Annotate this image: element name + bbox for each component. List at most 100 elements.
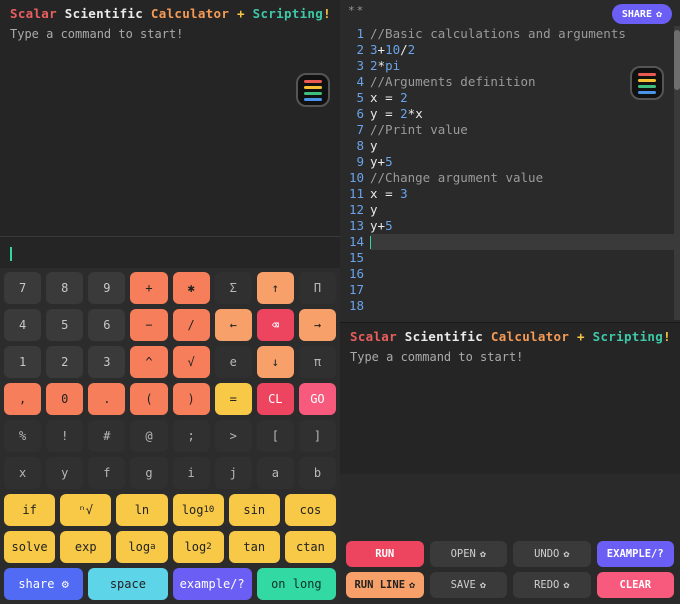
key-i[interactable]: i bbox=[173, 457, 210, 489]
key-6[interactable]: 6 bbox=[88, 309, 125, 341]
save--button[interactable]: SAVE✿ bbox=[430, 572, 508, 598]
key-cos[interactable]: cos bbox=[285, 494, 336, 526]
key-1[interactable]: 1 bbox=[4, 346, 41, 378]
key-[interactable]: − bbox=[130, 309, 167, 341]
key-[interactable]: π bbox=[299, 346, 336, 378]
code-line[interactable]: y bbox=[370, 202, 680, 218]
key-share[interactable]: share ⚙ bbox=[4, 568, 83, 600]
key-g[interactable]: g bbox=[130, 457, 167, 489]
key-[interactable]: + bbox=[130, 272, 167, 304]
key-[interactable]: / bbox=[173, 309, 210, 341]
key-9[interactable]: 9 bbox=[88, 272, 125, 304]
key-[interactable]: ) bbox=[173, 383, 210, 415]
run-button[interactable]: RUN bbox=[346, 541, 424, 567]
menu-icon[interactable] bbox=[630, 66, 664, 100]
key-[interactable]: Π bbox=[299, 272, 336, 304]
key-[interactable]: > bbox=[215, 420, 252, 452]
key-tan[interactable]: tan bbox=[229, 531, 280, 563]
scrollbar-thumb[interactable] bbox=[674, 30, 680, 90]
key-5[interactable]: 5 bbox=[46, 309, 83, 341]
undo--button[interactable]: UNDO✿ bbox=[513, 541, 591, 567]
editor-scrollbar[interactable] bbox=[674, 26, 680, 320]
key-onlong[interactable]: on long bbox=[257, 568, 336, 600]
key-j[interactable]: j bbox=[215, 457, 252, 489]
key-[interactable]: @ bbox=[130, 420, 167, 452]
key-3[interactable]: 3 bbox=[88, 346, 125, 378]
command-input[interactable] bbox=[0, 236, 340, 268]
code-line[interactable]: y+5 bbox=[370, 218, 680, 234]
code-token: pi bbox=[385, 58, 400, 73]
run-line--button[interactable]: RUN LINE✿ bbox=[346, 572, 424, 598]
key-[interactable]: ↑ bbox=[257, 272, 294, 304]
key-log[interactable]: loga bbox=[116, 531, 167, 563]
key-solve[interactable]: solve bbox=[4, 531, 55, 563]
key-[interactable]: √ bbox=[173, 346, 210, 378]
code-line[interactable] bbox=[370, 234, 680, 250]
code-token: 2 bbox=[400, 106, 408, 121]
example--button[interactable]: EXAMPLE/? bbox=[597, 541, 675, 567]
key-b[interactable]: b bbox=[299, 457, 336, 489]
key-0[interactable]: 0 bbox=[46, 383, 83, 415]
key-exp[interactable]: exp bbox=[60, 531, 111, 563]
line-number: 12 bbox=[340, 202, 364, 218]
key-[interactable]: → bbox=[299, 309, 336, 341]
key-[interactable]: ✱ bbox=[173, 272, 210, 304]
key-example[interactable]: example/? bbox=[173, 568, 252, 600]
key-log[interactable]: log2 bbox=[173, 531, 224, 563]
key-log[interactable]: log10 bbox=[173, 494, 224, 526]
line-number: 17 bbox=[340, 282, 364, 298]
code-token: y bbox=[370, 106, 385, 121]
code-line[interactable]: //Change argument value bbox=[370, 170, 680, 186]
code-line[interactable]: y bbox=[370, 138, 680, 154]
key-4[interactable]: 4 bbox=[4, 309, 41, 341]
key-[interactable]: ! bbox=[46, 420, 83, 452]
key-[interactable]: [ bbox=[257, 420, 294, 452]
key-[interactable]: # bbox=[88, 420, 125, 452]
secondary-console: Scalar Scientific Calculator + Scripting… bbox=[340, 322, 680, 474]
key-[interactable]: . bbox=[88, 383, 125, 415]
code-token: = bbox=[385, 186, 400, 201]
key-a[interactable]: a bbox=[257, 457, 294, 489]
open--button[interactable]: OPEN✿ bbox=[430, 541, 508, 567]
code-line[interactable]: x = 3 bbox=[370, 186, 680, 202]
key-[interactable]: , bbox=[4, 383, 41, 415]
key-[interactable]: = bbox=[215, 383, 252, 415]
key-[interactable]: ( bbox=[130, 383, 167, 415]
code-line[interactable]: 3+10/2 bbox=[370, 42, 680, 58]
key-ctan[interactable]: ctan bbox=[285, 531, 336, 563]
key-sin[interactable]: sin bbox=[229, 494, 280, 526]
key-[interactable]: ↓ bbox=[257, 346, 294, 378]
key-[interactable]: ⌫ bbox=[257, 309, 294, 341]
key-[interactable]: ← bbox=[215, 309, 252, 341]
key-[interactable]: ^ bbox=[130, 346, 167, 378]
key-[interactable]: Σ bbox=[215, 272, 252, 304]
key-cl[interactable]: CL bbox=[257, 383, 294, 415]
key-if[interactable]: if bbox=[4, 494, 55, 526]
code-line[interactable]: //Print value bbox=[370, 122, 680, 138]
key-space[interactable]: space bbox=[88, 568, 167, 600]
key-e[interactable]: e bbox=[215, 346, 252, 378]
key-[interactable]: % bbox=[4, 420, 41, 452]
key-x[interactable]: x bbox=[4, 457, 41, 489]
key-y[interactable]: y bbox=[46, 457, 83, 489]
key-f[interactable]: f bbox=[88, 457, 125, 489]
clear-button[interactable]: CLEAR bbox=[597, 572, 675, 598]
key-[interactable]: ; bbox=[173, 420, 210, 452]
code-editor[interactable]: 123456789101112131415161718 //Basic calc… bbox=[340, 26, 680, 322]
code-line[interactable]: //Basic calculations and arguments bbox=[370, 26, 680, 42]
code-line[interactable]: y = 2*x bbox=[370, 106, 680, 122]
key-7[interactable]: 7 bbox=[4, 272, 41, 304]
line-number: 9 bbox=[340, 154, 364, 170]
share-button[interactable]: SHARE ✿ bbox=[612, 4, 672, 24]
title-word-scripting: Scripting bbox=[253, 6, 323, 21]
code-token: //Arguments definition bbox=[370, 74, 536, 89]
key-[interactable]: ] bbox=[299, 420, 336, 452]
menu-icon[interactable] bbox=[296, 73, 330, 107]
code-line[interactable]: y+5 bbox=[370, 154, 680, 170]
redo--button[interactable]: REDO✿ bbox=[513, 572, 591, 598]
key-2[interactable]: 2 bbox=[46, 346, 83, 378]
key-8[interactable]: 8 bbox=[46, 272, 83, 304]
key-[interactable]: ⁿ√ bbox=[60, 494, 111, 526]
key-go[interactable]: GO bbox=[299, 383, 336, 415]
key-ln[interactable]: ln bbox=[116, 494, 167, 526]
